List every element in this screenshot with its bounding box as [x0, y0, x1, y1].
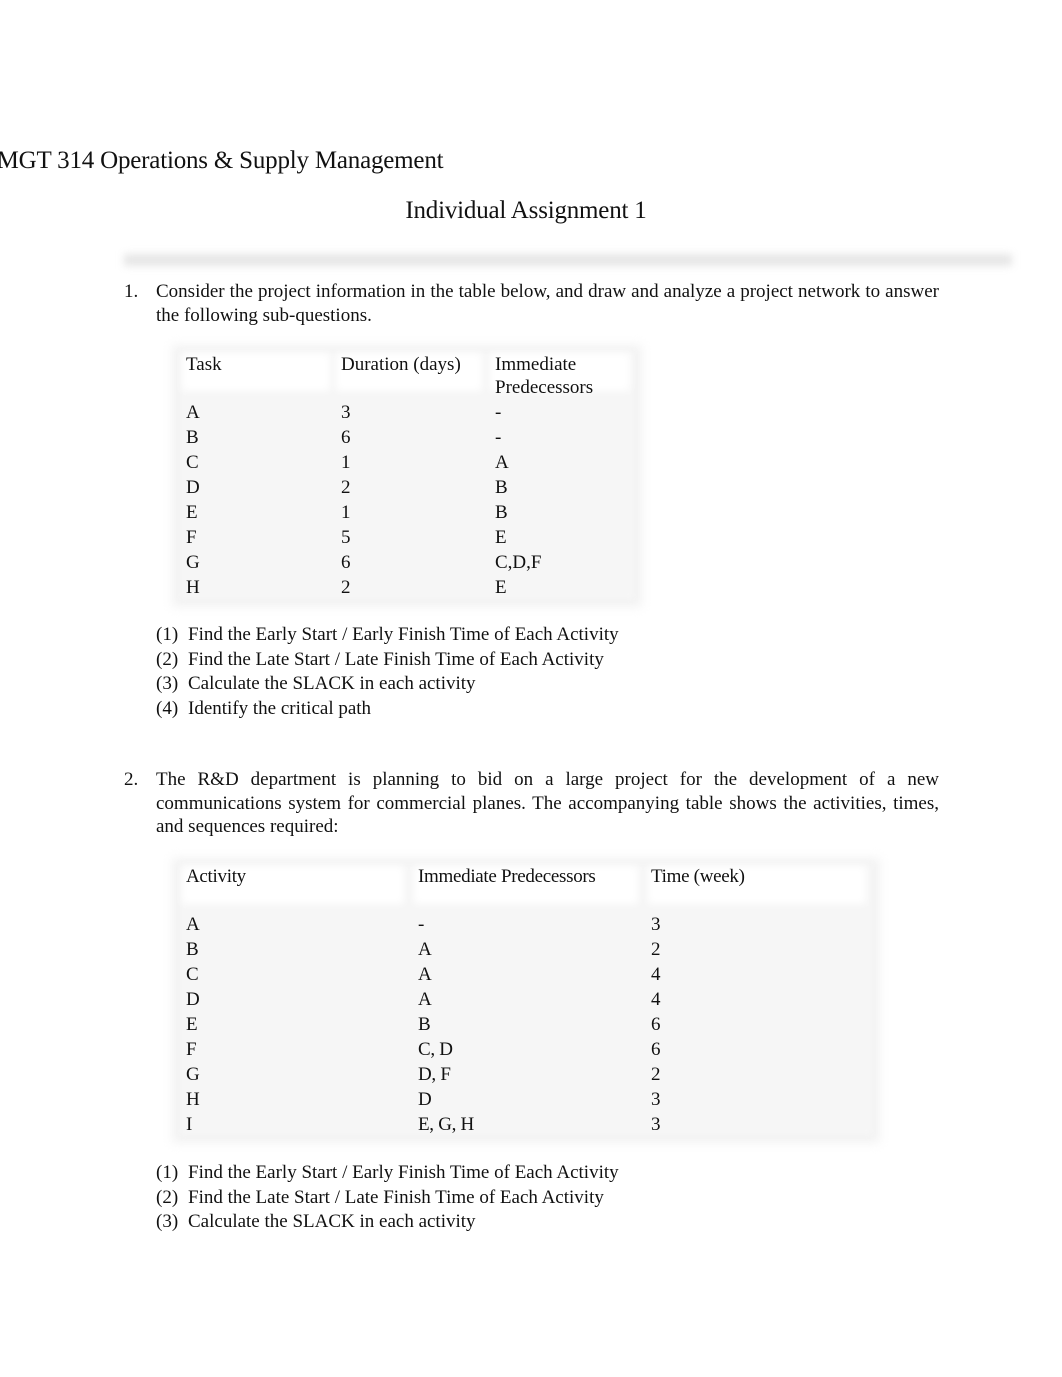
column-header-duration: Duration (days)	[341, 354, 461, 375]
table-cell-activity: E	[186, 1014, 198, 1035]
table-cell-predecessors: -	[495, 402, 502, 423]
table-cell-duration: 6	[341, 427, 351, 448]
table-cell-duration: 1	[341, 452, 351, 473]
table-cell-predecessors: D, F	[418, 1064, 451, 1085]
table-cell-time: 3	[651, 1089, 661, 1110]
table-cell-time: 6	[651, 1014, 661, 1035]
question-text: Consider the project information in the …	[156, 281, 939, 326]
table-cell-duration: 2	[341, 577, 351, 598]
table-cell-predecessors: B	[495, 502, 508, 523]
table-cell-task: H	[186, 577, 200, 598]
table-cell-predecessors: A	[418, 939, 432, 960]
table-cell-time: 6	[651, 1039, 661, 1060]
table-cell-duration: 2	[341, 477, 351, 498]
table-cell-activity: B	[186, 939, 199, 960]
table-cell-predecessors: A	[418, 989, 432, 1010]
activity-table: Activity Immediate Predecessors Time (we…	[172, 858, 880, 1143]
subquestion: (3) Calculate the SLACK in each activity	[156, 673, 476, 694]
subquestion: (3) Calculate the SLACK in each activity	[156, 1211, 476, 1232]
table-cell-predecessors: -	[418, 914, 425, 935]
table-cell-task: C	[186, 452, 199, 473]
table-cell-activity: A	[186, 914, 200, 935]
table-cell-time: 2	[651, 939, 661, 960]
task-table: Task Duration (days) Immediate Predecess…	[172, 345, 642, 607]
column-header-predecessors-line2: Predecessors	[495, 377, 594, 398]
subquestion: (1) Find the Early Start / Early Finish T…	[156, 1162, 619, 1183]
table-cell-predecessors: E	[495, 527, 507, 548]
table-cell-duration: 3	[341, 402, 351, 423]
column-header-predecessors: Immediate	[495, 354, 577, 375]
table-cell-predecessors: -	[495, 427, 502, 448]
table-cell-predecessors: E, G, H	[418, 1114, 474, 1135]
table-cell-activity: G	[186, 1064, 200, 1085]
table-cell-duration: 5	[341, 527, 351, 548]
table-cell-time: 3	[651, 1114, 661, 1135]
table-cell-task: G	[186, 552, 200, 573]
table-cell-predecessors: B	[495, 477, 508, 498]
table-cell-activity: H	[186, 1089, 200, 1110]
table-cell-predecessors: D	[418, 1089, 432, 1110]
table-cell-predecessors: B	[418, 1014, 431, 1035]
table-cell-predecessors: A	[495, 452, 509, 473]
table-cell-activity: D	[186, 989, 200, 1010]
column-header-activity: Activity	[186, 866, 246, 887]
subquestion: (4) Identify the critical path	[156, 697, 372, 719]
question-1-subquestions: (1) Find the Early Start / Early Finish T…	[156, 623, 619, 721]
section-divider	[124, 254, 1012, 266]
column-header-time: Time (week)	[651, 866, 745, 887]
table-cell-activity: C	[186, 964, 199, 985]
table-cell-predecessors: C, D	[418, 1039, 453, 1060]
question-number: 1.	[124, 281, 139, 302]
table-cell-duration: 1	[341, 502, 351, 523]
subquestion: (2) Find the Late Start / Late Finish Tim…	[156, 1186, 604, 1208]
question-number: 2.	[124, 769, 139, 790]
subquestion: (2) Find the Late Start / Late Finish Tim…	[156, 648, 604, 670]
table-cell-task: D	[186, 477, 200, 498]
table-cell-time: 4	[651, 989, 661, 1010]
table-cell-activity: I	[186, 1114, 193, 1135]
table-cell-time: 4	[651, 964, 661, 985]
table-cell-task: F	[186, 527, 197, 548]
table-cell-predecessors: C,D,F	[495, 552, 542, 573]
table-cell-predecessors: A	[418, 964, 432, 985]
table-cell-time: 2	[651, 1064, 661, 1085]
column-header-predecessors: Immediate Predecessors	[418, 866, 596, 887]
table-cell-activity: F	[186, 1039, 197, 1060]
column-header-task: Task	[186, 354, 222, 375]
table-cell-predecessors: E	[495, 577, 507, 598]
table-cell-task: E	[186, 502, 198, 523]
question-2-subquestions: (1) Find the Early Start / Early Finish T…	[156, 1161, 619, 1235]
table-cell-task: A	[186, 402, 200, 423]
subquestion: (1) Find the Early Start / Early Finish T…	[156, 624, 619, 645]
table-cell-duration: 6	[341, 552, 351, 573]
table-body-bg	[180, 864, 872, 1135]
table-cell-time: 3	[651, 914, 661, 935]
question-text: The R&D department is planning to bid on…	[156, 769, 939, 837]
table-cell-task: B	[186, 427, 199, 448]
